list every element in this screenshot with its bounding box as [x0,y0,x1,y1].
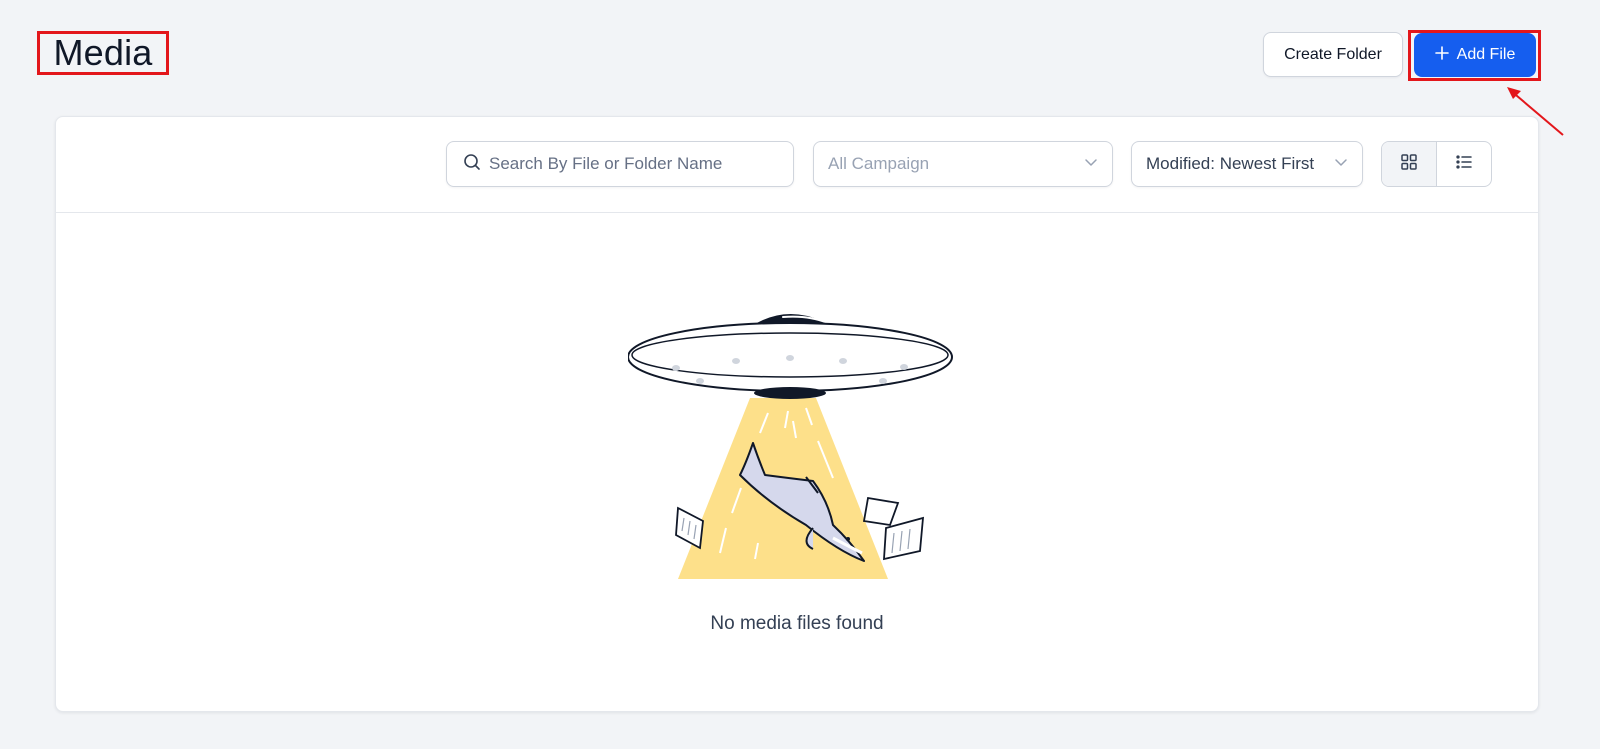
add-file-label: Add File [1456,46,1516,63]
list-view-button[interactable] [1437,142,1491,186]
sort-select-value: Modified: Newest First [1146,154,1315,173]
campaign-select-value: All Campaign [828,154,930,173]
list-icon [1455,153,1473,176]
empty-state-message: No media files found [710,613,884,634]
page-title-highlight: Media [37,31,169,75]
view-toggle [1381,141,1492,187]
media-toolbar: All Campaign Modified: Newest First [56,117,1538,213]
campaign-select[interactable]: All Campaign [813,141,1113,187]
media-card: All Campaign Modified: Newest First [55,116,1539,712]
media-page: Media Create Folder Add File All Campaig… [0,0,1600,749]
chevron-down-icon [1334,154,1348,174]
ufo-shark-illustration-icon [628,314,953,579]
search-icon [463,153,481,176]
search-input[interactable] [489,154,779,174]
create-folder-button[interactable]: Create Folder [1263,32,1403,77]
page-title: Media [53,32,153,73]
search-field[interactable] [446,141,794,187]
sort-select[interactable]: Modified: Newest First [1131,141,1363,187]
grid-view-button[interactable] [1382,142,1437,186]
chevron-down-icon [1084,154,1098,174]
plus-icon [1434,45,1449,65]
add-file-button[interactable]: Add File [1414,33,1536,77]
grid-icon [1400,153,1418,176]
empty-state: No media files found [56,213,1538,713]
